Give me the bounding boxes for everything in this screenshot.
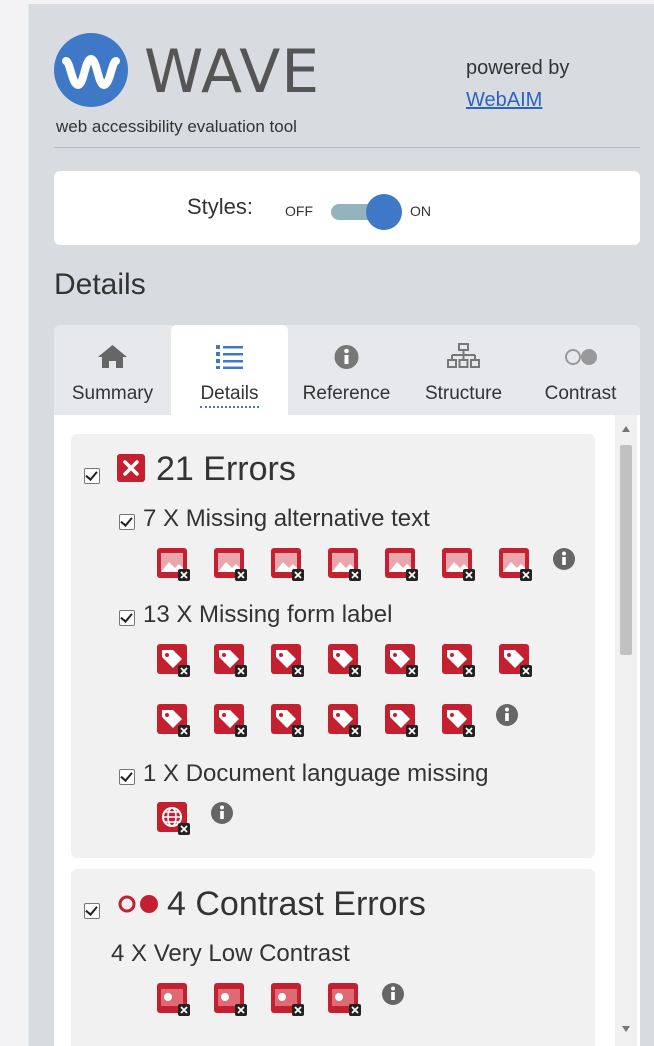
missing-label-tag-item-icon[interactable] [270, 643, 306, 679]
missing-alt-image-item-icon[interactable] [441, 547, 477, 583]
list-icon [171, 342, 288, 370]
tab-structure[interactable]: Structure [405, 325, 522, 415]
home-icon [54, 342, 171, 370]
low-contrast-item-icon[interactable] [270, 982, 306, 1018]
wave-logo-icon [54, 33, 128, 107]
scroll-up-arrow-icon[interactable] [621, 425, 631, 433]
missing-label-label: 13 X Missing form label [143, 601, 393, 628]
error-icon [116, 453, 146, 483]
scrollbar-thumb[interactable] [620, 445, 632, 655]
missing-alt-label: 7 X Missing alternative text [143, 505, 430, 532]
low-contrast-item-icon[interactable] [327, 982, 363, 1018]
styles-toggle-box: Styles: OFF ON [54, 171, 640, 245]
tab-contrast[interactable]: Contrast [522, 325, 639, 415]
missing-label-tag-item-icon[interactable] [498, 643, 534, 679]
content-scrollbar[interactable] [615, 415, 637, 1046]
styles-off-label: OFF [285, 203, 313, 219]
info-icon[interactable] [495, 703, 519, 727]
missing-alt-image-item-icon[interactable] [156, 547, 192, 583]
contrast-icon [522, 342, 639, 370]
powered-by-text: powered by [466, 57, 570, 79]
wave-sidebar-panel: WAVE web accessibility evaluation tool p… [28, 4, 654, 1046]
details-content: 21 Errors 7 X Missing alternative text 1… [54, 415, 640, 1046]
tab-reference-label: Reference [302, 383, 391, 404]
contrast-error-icon [116, 893, 162, 915]
missing-alt-image-item-icon[interactable] [498, 547, 534, 583]
language-missing-label: 1 X Document language missing [143, 760, 489, 787]
missing-alt-image-item-icon[interactable] [213, 547, 249, 583]
missing-label-tag-item-icon[interactable] [327, 643, 363, 679]
missing-label-checkbox[interactable] [119, 610, 135, 626]
missing-alt-image-item-icon[interactable] [327, 547, 363, 583]
very-low-contrast-label: 4 X Very Low Contrast [111, 940, 350, 967]
tagline: web accessibility evaluation tool [56, 117, 297, 136]
header-divider [54, 147, 640, 148]
details-heading: Details [54, 268, 146, 301]
missing-label-tag-item-icon[interactable] [384, 643, 420, 679]
tab-reference[interactable]: Reference [288, 325, 405, 415]
hierarchy-icon [405, 342, 522, 370]
styles-toggle-knob[interactable] [366, 194, 402, 230]
info-icon[interactable] [552, 547, 576, 571]
missing-label-tag-item-icon[interactable] [327, 703, 363, 739]
tab-summary[interactable]: Summary [54, 325, 171, 415]
info-icon[interactable] [210, 801, 234, 825]
contrast-errors-card: 4 Contrast Errors 4 X Very Low Contrast [71, 869, 595, 1046]
tab-details[interactable]: Details [171, 325, 288, 415]
missing-label-tag-item-icon[interactable] [156, 643, 192, 679]
errors-card: 21 Errors 7 X Missing alternative text 1… [71, 434, 595, 858]
tab-summary-label: Summary [71, 383, 154, 404]
wave-wordmark: WAVE [144, 37, 321, 107]
tab-structure-label: Structure [424, 383, 503, 404]
contrast-errors-checkbox[interactable] [84, 903, 100, 919]
missing-label-tag-item-icon[interactable] [213, 643, 249, 679]
missing-label-tag-item-icon[interactable] [441, 703, 477, 739]
webaim-link[interactable]: WebAIM [466, 89, 542, 112]
missing-label-tag-item-icon[interactable] [213, 703, 249, 739]
info-icon [288, 342, 405, 370]
styles-label: Styles: [187, 194, 254, 219]
missing-label-tag-item-icon[interactable] [384, 703, 420, 739]
tab-details-label: Details [200, 383, 259, 408]
contrast-errors-title: 4 Contrast Errors [167, 885, 426, 923]
low-contrast-item-icon[interactable] [156, 982, 192, 1018]
info-icon[interactable] [381, 982, 405, 1006]
missing-alt-checkbox[interactable] [119, 514, 135, 530]
errors-checkbox[interactable] [84, 468, 100, 484]
tab-bar: Summary Details Reference Structure Cont… [54, 325, 640, 415]
missing-alt-image-item-icon[interactable] [384, 547, 420, 583]
low-contrast-item-icon[interactable] [213, 982, 249, 1018]
missing-label-tag-item-icon[interactable] [156, 703, 192, 739]
missing-label-tag-item-icon[interactable] [441, 643, 477, 679]
language-missing-checkbox[interactable] [119, 769, 135, 785]
styles-on-label: ON [410, 203, 431, 219]
errors-title: 21 Errors [156, 450, 296, 488]
missing-alt-image-item-icon[interactable] [270, 547, 306, 583]
missing-label-tag-item-icon[interactable] [270, 703, 306, 739]
scroll-down-arrow-icon[interactable] [621, 1025, 631, 1033]
tab-contrast-label: Contrast [544, 383, 617, 404]
language-missing-globe-item-icon[interactable] [156, 801, 192, 837]
